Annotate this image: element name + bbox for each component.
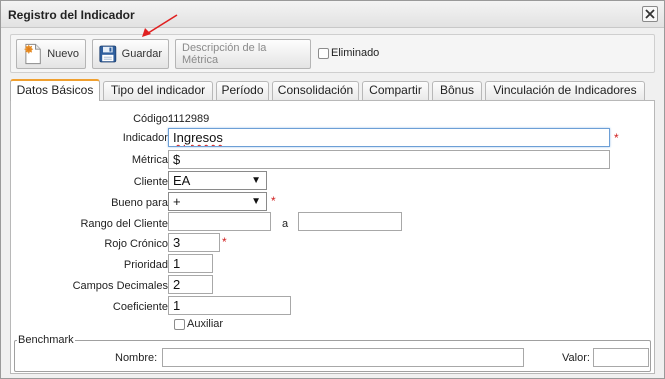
benchmark-valor-label: Valor: xyxy=(562,352,590,364)
bueno-value: + xyxy=(173,194,181,209)
descripcion-metrica-button[interactable]: Descripción de la Métrica xyxy=(175,39,311,69)
tab-datos-basicos[interactable]: Datos Básicos xyxy=(10,79,100,101)
cliente-value: EA xyxy=(173,173,191,188)
rojo-required-mark: * xyxy=(222,235,227,249)
rango-to-input[interactable] xyxy=(298,212,402,231)
prioridad-label: Prioridad: xyxy=(123,259,171,271)
title-bar[interactable]: Registro del Indicador xyxy=(1,1,664,28)
close-button[interactable] xyxy=(642,6,658,22)
dropdown-arrow-icon: ▼ xyxy=(251,175,261,186)
rango-from-input[interactable] xyxy=(168,212,271,231)
tab-vinculacion-indicadores[interactable]: Vinculación de Indicadores xyxy=(485,81,645,100)
metrica-input[interactable]: $ xyxy=(168,150,610,169)
indicator-dialog: Registro del Indicador Nuevo Guardar Des… xyxy=(0,0,665,379)
eliminado-label: Eliminado xyxy=(331,47,380,59)
rojo-cronico-input[interactable]: 3 xyxy=(168,233,220,252)
coeficiente-input[interactable]: 1 xyxy=(168,296,291,315)
benchmark-fieldset: Benchmark Nombre: Valor: xyxy=(14,334,651,372)
nuevo-button[interactable]: Nuevo xyxy=(16,39,86,69)
floppy-disk-icon xyxy=(99,45,117,63)
cliente-label: Cliente: xyxy=(133,176,171,188)
benchmark-nombre-label: Nombre: xyxy=(115,352,158,364)
bueno-label: Bueno para: xyxy=(111,197,171,209)
auxiliar-label: Auxiliar xyxy=(187,318,224,330)
rango-separator: a xyxy=(282,218,289,230)
nuevo-label: Nuevo xyxy=(47,48,79,60)
cliente-select[interactable]: EA ▼ xyxy=(168,171,267,190)
indicador-required-mark: * xyxy=(614,131,619,145)
guardar-label: Guardar xyxy=(121,48,162,60)
indicador-input[interactable]: Ingresos xyxy=(168,128,610,147)
dialog-title: Registro del Indicador xyxy=(8,8,135,22)
indicador-label: Indicador: xyxy=(122,132,171,144)
coeficiente-label: Coeficiente: xyxy=(112,301,171,313)
bueno-required-mark: * xyxy=(271,194,276,208)
close-icon xyxy=(645,9,655,19)
eliminado-checkbox[interactable] xyxy=(318,47,329,59)
bueno-select[interactable]: + ▼ xyxy=(168,192,267,211)
descripcion-metrica-label: Descripción de la Métrica xyxy=(182,42,267,66)
codigo-value: 1112989 xyxy=(168,113,210,125)
rango-label: Rango del Cliente: xyxy=(80,218,171,230)
dropdown-arrow-icon: ▼ xyxy=(251,196,261,207)
codigo-label: Código: xyxy=(133,113,171,125)
toolbar: Nuevo Guardar Descripción de la Métrica … xyxy=(10,34,655,73)
campos-decimales-label: Campos Decimales: xyxy=(72,280,171,292)
new-document-icon xyxy=(24,43,41,65)
benchmark-valor-input[interactable] xyxy=(593,348,649,367)
eliminado-checkbox-group[interactable]: Eliminado xyxy=(318,47,379,59)
benchmark-legend: Benchmark xyxy=(17,334,75,346)
prioridad-input[interactable]: 1 xyxy=(168,254,213,273)
rojo-cronico-label: Rojo Crónico: xyxy=(104,238,171,250)
metrica-label: Métrica: xyxy=(131,154,171,166)
tab-bonus[interactable]: Bônus xyxy=(432,81,482,100)
tab-tipo-indicador[interactable]: Tipo del indicador xyxy=(103,81,213,100)
indicador-value: Ingresos xyxy=(173,130,223,145)
tab-compartir[interactable]: Compartir xyxy=(362,81,429,100)
auxiliar-checkbox[interactable] xyxy=(174,318,185,330)
annotation-arrow-icon xyxy=(142,14,178,37)
auxiliar-checkbox-group[interactable]: Auxiliar xyxy=(174,318,223,330)
tab-periodo[interactable]: Período xyxy=(216,81,269,100)
benchmark-nombre-input[interactable] xyxy=(162,348,524,367)
campos-decimales-input[interactable]: 2 xyxy=(168,275,213,294)
guardar-button[interactable]: Guardar xyxy=(92,39,169,69)
tab-consolidacion[interactable]: Consolidación xyxy=(272,81,359,100)
datos-basicos-panel: Código: 1112989 Indicador: Ingresos * Mé… xyxy=(10,100,655,374)
